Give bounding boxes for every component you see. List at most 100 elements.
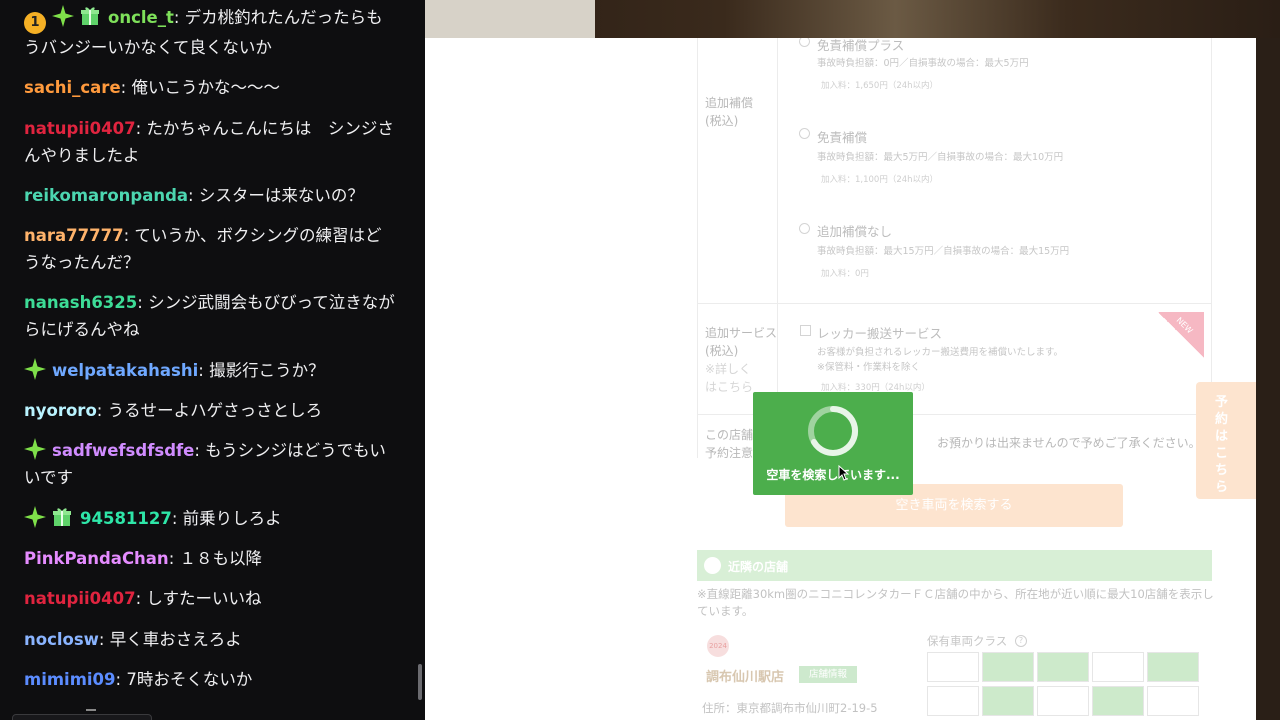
store-pin-icon [704,557,721,574]
loading-dialog: 空車を検索しています... [753,392,913,495]
chat-message: sadfwefsdfsdfe: もうシンジはどうでもいいです [24,437,396,491]
sparkle-badge-icon [52,5,74,27]
coverage-plus-fee: 加入料：1,650円（24h以内） [821,81,939,91]
table-divider [697,303,1211,304]
chat-panel: 1 oncle_t: デカ桃釣れたんだったらもうバンジーいかなくて良くないか sac… [0,0,425,720]
spinner-icon [808,405,859,456]
rank-badge-icon: 1 [24,12,46,34]
gift-badge-icon [81,7,99,25]
sparkle-badge-icon [24,505,46,528]
coverage-none-title: 追加補償なし [817,224,893,239]
tow-service-note: ※保管料・作業料を除く [817,362,920,373]
chat-bottom-indicator [86,709,96,711]
help-icon[interactable]: ? [1015,635,1027,647]
chat-message: noclosw: 早く車おさえろよ [24,626,396,653]
coverage-standard-radio[interactable] [799,128,810,139]
reserve-side-tab-label: 予約はこちら [1215,395,1229,495]
chat-username[interactable]: noclosw [24,630,99,649]
vehicle-class-cell [927,686,979,716]
coverage-plus-title: 免責補償プラス [817,38,905,53]
store-address: 住所：東京都調布市仙川町2-19-5 [702,701,878,715]
vehicle-class-title: 保有車両クラス [927,634,1008,648]
chat-text: : 前乗りしろよ [171,508,282,528]
store-notice-label: この店舗 予約注意 [705,428,754,460]
chat-username[interactable]: natupii0407 [24,589,136,608]
vehicle-class-cell [1037,686,1089,716]
chat-username[interactable]: sadfwefsdfsdfe [52,441,194,460]
chat-username[interactable]: welpatakahashi [52,361,198,380]
loading-message: 空車を検索しています... [766,468,900,482]
vehicle-class-cell [982,652,1034,682]
chat-message: 94581127: 前乗りしろよ [24,505,396,532]
chat-message: PinkPandaChan: １８も以降 [24,545,396,572]
rental-car-page: 追加補償 (税込) 免責補償プラス 事故時負担額：0円／自損事故の場合：最大5万… [425,38,1256,720]
extra-coverage-label: 追加補償 (税込) [705,96,754,128]
vehicle-class-cell [1092,652,1144,682]
coverage-standard-detail: 事故時負担額：最大5万円／自損事故の場合：最大10万円 [817,152,1064,163]
chat-username[interactable]: oncle_t [108,8,174,27]
store-award-badge: 2024 [707,635,729,657]
coverage-standard-fee: 加入料：1,100円（24h以内） [821,175,939,185]
chat-message: nanash6325: シンジ武闘会もびびって泣きながらにげるんやね [24,289,396,343]
nearby-stores-description: ※直線距離30km圏のニコニコレンタカーＦＣ店舗の中から、所在地が近い順に最大1… [697,587,1214,618]
chat-message: nara77777: ていうか、ボクシングの練習はどうなったんだ？ [24,222,396,276]
vehicle-class-cell [927,652,979,682]
coverage-standard-title: 免責補償 [817,130,868,145]
chat-text: : 俺いこうかな〜〜〜 [120,78,280,98]
chat-message: sachi_care: 俺いこうかな〜〜〜 [24,74,396,101]
chat-text: : うるせーよハゲさっさとしろ [96,401,323,421]
vehicle-class-cell [1037,652,1089,682]
chat-message: 1 oncle_t: デカ桃釣れたんだったらもうバンジーいかなくて良くないか [24,4,396,61]
chat-username[interactable]: nyororo [24,401,97,420]
chat-username[interactable]: 94581127 [80,509,172,528]
chat-username[interactable]: sachi_care [24,78,121,97]
chat-message: natupii0407: たかちゃんこんにちは シンジさんやりましたよ [24,115,396,169]
coverage-none-fee: 加入料：0円 [821,269,869,279]
additional-service-label: 追加サービス (税込) [705,326,778,358]
table-divider [697,38,698,458]
vehicle-class-cell [1147,652,1199,682]
chat-username[interactable]: reikomaronpanda [24,186,188,205]
mouse-cursor-icon [838,465,850,481]
chat-message: welpatakahashi: 撮影行こうか？ [24,357,396,384]
gift-badge-icon [53,508,71,526]
chat-message: nyororo: うるせーよハゲさっさとしろ [24,397,396,424]
store-notice-text: お預かりは出来ませんので予めご了承ください。 [937,436,1201,450]
nearby-stores-title: 近隣の店舗 [728,560,789,574]
chat-username[interactable]: nanash6325 [24,293,137,312]
coverage-none-detail: 事故時負担額：最大15万円／自損事故の場合：最大15万円 [817,246,1070,257]
chat-message: natupii0407: しすたーいいね [24,585,396,612]
coverage-none-radio[interactable] [799,223,810,234]
store-name-link[interactable]: 調布仙川駅店 [706,666,784,685]
vehicle-class-cell [982,686,1034,716]
sparkle-badge-icon [24,438,46,461]
vehicle-class-cell [1147,686,1199,716]
chat-text: : しすたーいいね [135,589,262,609]
chat-message-list: 1 oncle_t: デカ桃釣れたんだったらもうバンジーいかなくて良くないか sac… [24,4,396,706]
webcam-edge [1256,38,1280,720]
chat-username[interactable]: natupii0407 [24,119,136,138]
details-link[interactable]: ※詳しくはこちら [705,360,755,396]
sparkle-badge-icon [24,357,46,380]
tow-service-detail: お客様が負担されるレッカー搬送費用を補償いたします。 [817,347,1064,358]
chat-text: : 7時おそくないか [115,669,253,689]
chat-username[interactable]: mimimi09 [24,670,116,689]
chat-text: : １８も以降 [168,548,262,568]
store-info-button[interactable]: 店舗情報 [799,666,857,683]
chat-text: : 早く車おさえろよ [98,629,242,649]
chat-text: : デカ桃釣れたんだったらもうバンジーいかなくて良くないか [24,8,383,57]
chat-text: : シスターは来ないの？ [188,185,364,205]
chat-scrollbar[interactable] [418,664,422,700]
coverage-plus-radio[interactable] [799,38,810,47]
chat-message: reikomaronpanda: シスターは来ないの？ [24,182,396,209]
wall-posters [425,0,595,38]
coverage-plus-detail: 事故時負担額：0円／自損事故の場合：最大5万円 [817,58,1029,69]
chat-username[interactable]: PinkPandaChan [24,549,169,568]
vehicle-class-cell [1092,686,1144,716]
chat-message: mimimi09: 7時おそくないか [24,666,396,693]
tow-service-title: レッカー搬送サービス [817,326,943,341]
chat-username[interactable]: nara77777 [24,226,124,245]
tow-service-checkbox[interactable] [800,325,811,336]
chat-input-bar[interactable] [12,714,152,720]
chat-text: : 撮影行こうか？ [198,360,325,380]
